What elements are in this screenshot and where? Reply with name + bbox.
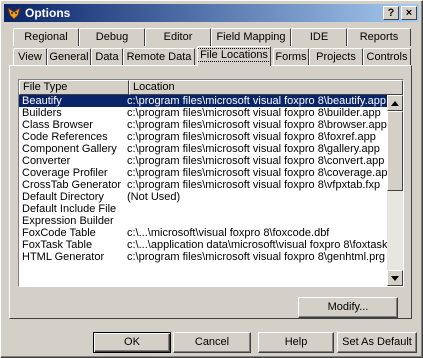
tab-file-locations[interactable]: File Locations (197, 46, 271, 66)
file-type-cell: Code References (22, 131, 108, 143)
list-item[interactable]: FoxTask Table c:\...\application data\mic… (19, 239, 387, 251)
location-cell (127, 203, 387, 215)
file-type-cell: Default Directory (22, 191, 104, 203)
file-type-cell: FoxTask Table (22, 239, 93, 251)
cancel-button[interactable]: Cancel (173, 332, 251, 353)
list-item[interactable]: Default Directory (Not Used) (19, 191, 387, 203)
location-cell: c:\program files\microsoft visual foxpro… (127, 107, 381, 119)
list-item[interactable]: Converter c:\program files\microsoft visu… (19, 155, 387, 167)
list-item[interactable]: Code References c:\program files\microsof… (19, 131, 387, 143)
list-item[interactable]: Builders c:\program files\microsoft visua… (19, 107, 387, 119)
tab-data[interactable]: Data (91, 48, 123, 66)
tab-remote-data[interactable]: Remote Data (123, 48, 195, 66)
tab-projects[interactable]: Projects (309, 48, 363, 66)
file-type-cell: Coverage Profiler (22, 167, 108, 179)
tab-field-mapping[interactable]: Field Mapping (211, 28, 291, 46)
vertical-scrollbar[interactable] (387, 95, 403, 286)
scroll-up-icon[interactable] (387, 95, 403, 111)
location-cell: c:\program files\microsoft visual foxpro… (127, 167, 387, 179)
set-as-default-button[interactable]: Set As Default (337, 332, 417, 353)
list-item[interactable]: Component Gallery c:\program files\micros… (19, 143, 387, 155)
list-item[interactable]: Default Include File (19, 203, 387, 215)
tab-debug[interactable]: Debug (79, 28, 145, 46)
location-cell: c:\program files\microsoft visual foxpro… (127, 95, 387, 107)
help-icon[interactable]: ? (383, 6, 399, 20)
list-item[interactable]: Beautify c:\program files\microsoft visua… (19, 95, 387, 107)
location-cell: c:\...\microsoft\visual foxpro 8\foxcode… (127, 227, 330, 239)
ok-button[interactable]: OK (93, 332, 171, 353)
tab-regional[interactable]: Regional (13, 28, 79, 46)
list-header: File Type Location (19, 80, 403, 95)
file-type-cell: HTML Generator (22, 251, 105, 263)
tab-editor[interactable]: Editor (145, 28, 211, 46)
file-type-cell: Beautify (22, 95, 62, 107)
list-item[interactable]: CrossTab Generator c:\program files\micro… (19, 179, 387, 191)
foxpro-app-icon (7, 6, 21, 20)
file-type-cell: FoxCode Table (22, 227, 96, 239)
file-type-cell: Converter (22, 155, 71, 167)
location-cell: c:\program files\microsoft visual foxpro… (127, 179, 381, 191)
location-cell: c:\program files\microsoft visual foxpro… (127, 251, 385, 263)
title-bar[interactable]: Options ? × (4, 4, 419, 22)
file-type-cell: Expression Builder (22, 215, 114, 227)
tab-ide[interactable]: IDE (291, 28, 347, 46)
scroll-thumb[interactable] (387, 111, 403, 191)
list-item[interactable]: FoxCode Table c:\...\microsoft\visual fox… (19, 227, 387, 239)
tab-reports[interactable]: Reports (347, 28, 411, 46)
location-cell: c:\...\application data\microsoft\visual… (127, 239, 387, 251)
location-cell: c:\program files\microsoft visual foxpro… (127, 155, 385, 167)
list-item[interactable]: HTML Generator c:\program files\microsoft… (19, 251, 387, 263)
list-rows: Beautify c:\program files\microsoft visua… (19, 95, 387, 263)
options-dialog: Options ? × Regional Debug Editor Field … (0, 0, 423, 358)
location-cell: c:\program files\microsoft visual foxpro… (127, 119, 387, 131)
window-title: Options (25, 6, 71, 20)
list-item[interactable]: Expression Builder (19, 215, 387, 227)
tab-general[interactable]: General (47, 48, 91, 66)
location-cell (127, 215, 387, 227)
modify-button[interactable]: Modify... (298, 297, 398, 318)
file-locations-list[interactable]: File Type Location Beautify c:\program fi… (18, 79, 404, 287)
close-icon[interactable]: × (401, 6, 417, 20)
file-type-cell: Component Gallery (22, 143, 117, 155)
help-button[interactable]: Help (258, 332, 334, 353)
location-cell: c:\program files\microsoft visual foxpro… (127, 131, 376, 143)
file-type-cell: Builders (22, 107, 62, 119)
tab-view[interactable]: View (13, 48, 47, 66)
file-type-cell: CrossTab Generator (22, 179, 122, 191)
file-type-cell: Class Browser (22, 119, 93, 131)
list-item[interactable]: Class Browser c:\program files\microsoft … (19, 119, 387, 131)
location-cell: (Not Used) (127, 191, 181, 203)
tab-forms[interactable]: Forms (273, 48, 309, 66)
column-header-location[interactable]: Location (129, 80, 403, 95)
file-type-cell: Default Include File (22, 203, 117, 215)
location-cell: c:\program files\microsoft visual foxpro… (127, 143, 380, 155)
scroll-down-icon[interactable] (387, 270, 403, 286)
column-header-file-type[interactable]: File Type (19, 80, 129, 95)
list-item[interactable]: Coverage Profiler c:\program files\micros… (19, 167, 387, 179)
tab-controls[interactable]: Controls (363, 48, 411, 66)
